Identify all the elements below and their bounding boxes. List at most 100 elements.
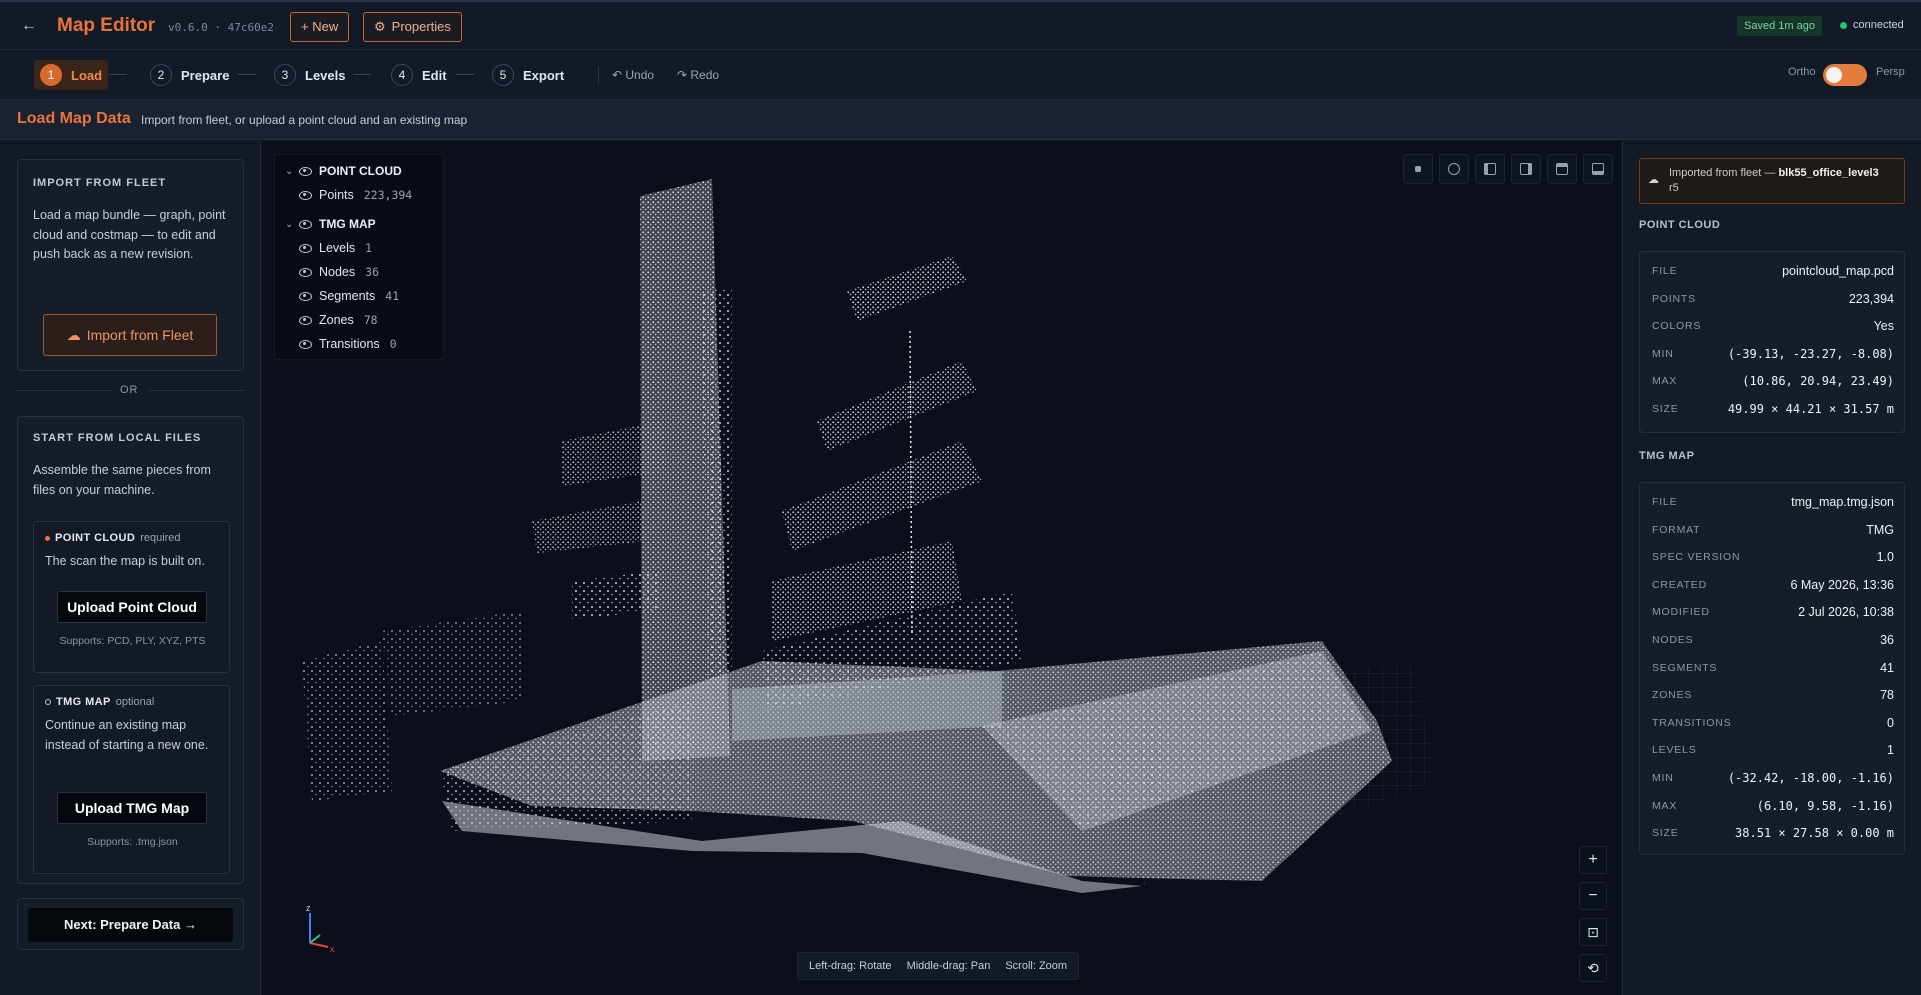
hint-rotate: Left-drag: Rotate bbox=[809, 960, 892, 972]
eye-icon[interactable] bbox=[299, 339, 312, 349]
eye-icon[interactable] bbox=[299, 315, 312, 325]
step-levels[interactable]: 3 Levels bbox=[268, 60, 351, 90]
button-label: Import from Fleet bbox=[86, 327, 194, 343]
tree-item-transitions[interactable]: Transitions 0 bbox=[299, 334, 397, 354]
fleet-prefix: Imported from fleet — bbox=[1669, 167, 1776, 179]
step-load[interactable]: 1 Load bbox=[34, 60, 109, 90]
tree-item-points[interactable]: Points 223,394 bbox=[299, 185, 412, 205]
redo-button[interactable]: ↷ Redo bbox=[677, 68, 719, 82]
undo-label: Undo bbox=[625, 68, 655, 82]
fleet-revision: r5 bbox=[1669, 182, 1679, 194]
view-screen-icon[interactable] bbox=[1583, 154, 1613, 184]
3d-viewport[interactable]: ⌄ POINT CLOUD Points 223,394 ⌄ TMG MAP Leve… bbox=[262, 141, 1621, 995]
property-row: SIZE 38.51 × 27.58 × 0.00 m bbox=[1640, 821, 1906, 848]
property-key: SPEC VERSION bbox=[1652, 551, 1741, 564]
property-key: LEVELS bbox=[1652, 744, 1697, 757]
back-button[interactable]: ← bbox=[18, 15, 40, 37]
tree-item-count: 36 bbox=[365, 265, 379, 279]
property-value: Yes bbox=[1873, 319, 1894, 334]
property-value: (-39.13, -23.27, -8.08) bbox=[1727, 346, 1894, 361]
fit-view-button[interactable]: ⊡ bbox=[1579, 918, 1607, 946]
toggle-knob bbox=[1826, 67, 1842, 83]
import-from-fleet-button[interactable]: ☁ Import from Fleet bbox=[43, 314, 217, 356]
divider bbox=[150, 390, 244, 391]
step-number: 4 bbox=[391, 64, 413, 86]
step-export[interactable]: 5 Export bbox=[486, 60, 570, 90]
eye-icon[interactable] bbox=[299, 267, 312, 277]
tree-group-point-cloud[interactable]: ⌄ POINT CLOUD bbox=[275, 161, 402, 181]
property-value: (6.10, 9.58, -1.16) bbox=[1756, 798, 1894, 813]
view-left-icon[interactable] bbox=[1475, 154, 1505, 184]
app-title: Map Editor bbox=[57, 15, 156, 36]
properties-button[interactable]: ⚙ Properties bbox=[363, 12, 462, 42]
property-key: FILE bbox=[1652, 265, 1678, 277]
title-text: TMG MAP bbox=[56, 696, 111, 708]
supported-formats: Supports: .tmg.json bbox=[87, 836, 178, 848]
property-key: MODIFIED bbox=[1652, 606, 1710, 619]
property-value: 6 May 2026, 13:36 bbox=[1790, 577, 1894, 592]
step-label: Edit bbox=[422, 67, 447, 83]
eye-icon[interactable] bbox=[299, 291, 312, 301]
reset-view-button[interactable]: ⟲ bbox=[1579, 954, 1607, 982]
tree-item-levels[interactable]: Levels 1 bbox=[299, 238, 372, 258]
property-key: TRANSITIONS bbox=[1652, 716, 1732, 729]
tree-item-count: 1 bbox=[365, 241, 373, 255]
eye-icon[interactable] bbox=[299, 219, 312, 229]
eye-icon[interactable] bbox=[299, 190, 312, 200]
chevron-down-icon[interactable]: ⌄ bbox=[285, 219, 299, 230]
next-prepare-data-button[interactable]: Next: Prepare Data → bbox=[28, 908, 233, 942]
property-key: CREATED bbox=[1652, 578, 1707, 591]
upload-point-cloud-button[interactable]: Upload Point Cloud bbox=[57, 591, 207, 623]
axis-x-label: x bbox=[330, 944, 335, 953]
tree-item-count: 0 bbox=[389, 337, 397, 351]
view-top-icon[interactable] bbox=[1547, 154, 1577, 184]
top-bar: ← Map Editor v0.6.0 · 47c60e2 + New ⚙ Pro… bbox=[0, 0, 1921, 50]
tree-item-label: Nodes bbox=[319, 265, 356, 279]
property-value: 223,394 bbox=[1848, 291, 1894, 306]
property-row: MODIFIED 2 Jul 2026, 10:38 bbox=[1640, 600, 1906, 627]
view-right-icon[interactable] bbox=[1511, 154, 1541, 184]
persp-label: Persp bbox=[1876, 66, 1905, 78]
supported-formats: Supports: PCD, PLY, XYZ, PTS bbox=[59, 635, 206, 647]
projection-toggle[interactable] bbox=[1823, 64, 1867, 86]
property-row: MIN (-32.42, -18.00, -1.16) bbox=[1640, 766, 1906, 793]
step-connector bbox=[456, 74, 474, 75]
step-label: Load bbox=[71, 67, 103, 83]
point-cloud-render bbox=[302, 179, 1437, 893]
tree-group-label: TMG MAP bbox=[319, 217, 376, 231]
step-label: Export bbox=[523, 67, 565, 83]
view-points-icon[interactable] bbox=[1403, 154, 1433, 184]
card-description: Continue an existing map instead of star… bbox=[45, 718, 209, 752]
property-value: 1.0 bbox=[1876, 550, 1894, 565]
property-row: FILE tmg_map.tmg.json bbox=[1640, 490, 1906, 517]
arrow-left-icon: ← bbox=[21, 17, 37, 34]
eye-icon[interactable] bbox=[299, 243, 312, 253]
property-key: POINTS bbox=[1652, 292, 1696, 305]
undo-button[interactable]: ↶ Undo bbox=[612, 68, 654, 82]
import-from-fleet-card: IMPORT FROM FLEET Load a map bundle — gr… bbox=[17, 159, 244, 371]
tree-group-tmg-map[interactable]: ⌄ TMG MAP bbox=[275, 214, 376, 234]
eye-icon[interactable] bbox=[299, 166, 312, 176]
divider bbox=[17, 390, 111, 391]
hint-zoom: Scroll: Zoom bbox=[1005, 960, 1068, 972]
step-edit[interactable]: 4 Edit bbox=[385, 60, 453, 90]
property-row: CREATED 6 May 2026, 13:36 bbox=[1640, 573, 1906, 600]
property-row: FORMAT TMG bbox=[1640, 518, 1906, 545]
tree-item-nodes[interactable]: Nodes 36 bbox=[299, 262, 379, 282]
property-value: pointcloud_map.pcd bbox=[1782, 264, 1894, 278]
chevron-down-icon[interactable]: ⌄ bbox=[285, 166, 299, 177]
saved-status-badge: Saved 1m ago bbox=[1737, 16, 1822, 36]
step-number: 1 bbox=[40, 64, 62, 86]
upload-tmg-map-button[interactable]: Upload TMG Map bbox=[57, 792, 207, 824]
new-button[interactable]: + New bbox=[290, 12, 350, 42]
tree-item-segments[interactable]: Segments 41 bbox=[299, 286, 399, 306]
step-prepare[interactable]: 2 Prepare bbox=[144, 60, 235, 90]
view-target-icon[interactable] bbox=[1439, 154, 1469, 184]
property-row: MIN (-39.13, -23.27, -8.08) bbox=[1640, 342, 1906, 369]
gear-icon: ⚙ bbox=[374, 19, 386, 34]
zoom-out-button[interactable]: − bbox=[1579, 882, 1607, 910]
zoom-in-button[interactable]: + bbox=[1579, 846, 1607, 874]
tree-item-zones[interactable]: Zones 78 bbox=[299, 310, 378, 330]
property-key: NODES bbox=[1652, 634, 1694, 646]
property-value: (10.86, 20.94, 23.49) bbox=[1742, 374, 1894, 389]
